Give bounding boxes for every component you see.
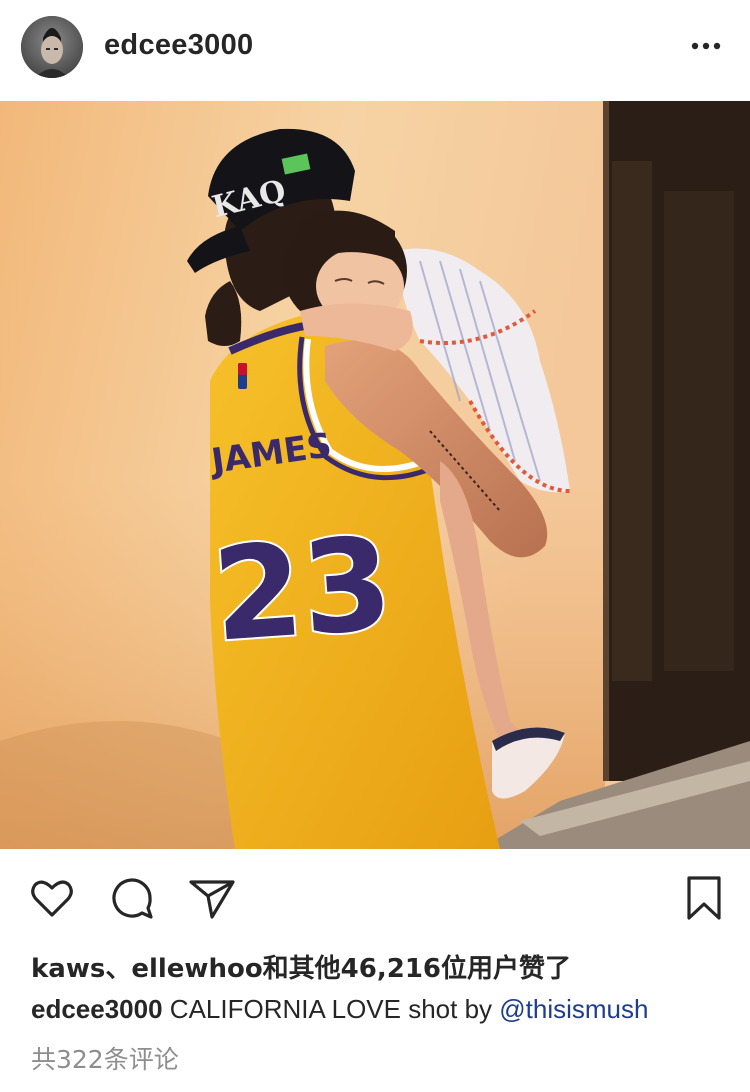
bookmark-icon[interactable] bbox=[684, 874, 724, 927]
caption: edcee3000 CALIFORNIA LOVE shot by @thisi… bbox=[31, 994, 648, 1025]
post-header: edcee3000 bbox=[0, 0, 750, 100]
heart-icon[interactable] bbox=[28, 874, 76, 927]
photo-image: KAQ JAMES 23 bbox=[0, 101, 750, 849]
jersey-number: 23 bbox=[208, 510, 396, 671]
more-horizontal-icon[interactable] bbox=[688, 32, 724, 60]
post-photo[interactable]: KAQ JAMES 23 bbox=[0, 101, 750, 849]
caption-username[interactable]: edcee3000 bbox=[31, 994, 163, 1024]
paper-plane-icon[interactable] bbox=[188, 874, 236, 927]
likes-summary[interactable]: kaws、ellewhoo和其他46,216位用户赞了 bbox=[31, 948, 571, 985]
comment-icon[interactable] bbox=[108, 874, 156, 927]
avatar[interactable] bbox=[21, 16, 83, 78]
post-username[interactable]: edcee3000 bbox=[104, 29, 253, 62]
avatar-image bbox=[21, 16, 83, 78]
caption-text: CALIFORNIA LOVE shot by bbox=[169, 994, 493, 1024]
caption-mention[interactable]: @thisismush bbox=[499, 994, 648, 1024]
view-comments-link[interactable]: 共322条评论 bbox=[31, 1040, 179, 1076]
